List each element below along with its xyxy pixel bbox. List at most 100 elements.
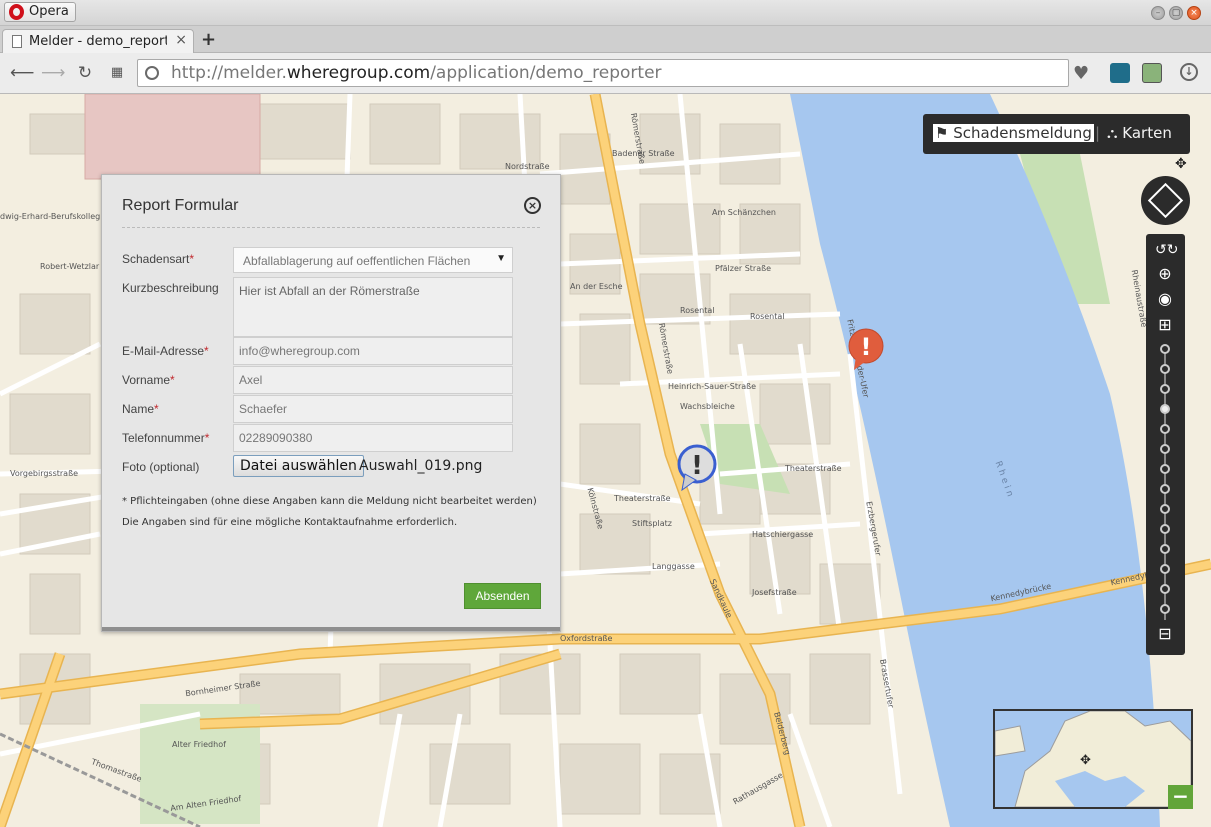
tab-karten[interactable]: ⛬ Karten bbox=[1107, 124, 1172, 142]
url-text[interactable]: http://melder.wheregroup.com/application… bbox=[171, 63, 662, 83]
navigation-bar: ⟵ ⟶ ↻ ▦ http://melder.wheregroup.com/app… bbox=[0, 53, 1211, 94]
opera-menu-button[interactable]: Opera bbox=[4, 2, 76, 22]
zoom-out-icon[interactable]: ⊟ bbox=[1155, 624, 1175, 644]
map-label: Robert-Wetzlar bbox=[40, 262, 100, 271]
contact-note: Die Angaben sind für eine mögliche Konta… bbox=[122, 517, 458, 528]
zoom-level[interactable] bbox=[1160, 444, 1170, 454]
map-label: Am Schänzchen bbox=[712, 208, 776, 217]
submit-button[interactable]: Absenden bbox=[464, 583, 541, 609]
map-label: Josefstraße bbox=[752, 588, 797, 597]
lastname-field[interactable]: Schaefer bbox=[233, 395, 513, 423]
damage-type-label: Schadensart* bbox=[122, 252, 195, 266]
zoom-level[interactable] bbox=[1160, 584, 1170, 594]
photo-label: Foto (optional) bbox=[122, 460, 200, 474]
browser-window: Opera – ▢ × Melder - demo_reporter × + ⟵… bbox=[0, 0, 1211, 827]
zoom-level[interactable] bbox=[1160, 524, 1170, 534]
dialog-title: Report Formular bbox=[122, 197, 239, 214]
svg-text:!: ! bbox=[691, 451, 703, 481]
report-marker-active[interactable]: ! bbox=[677, 444, 717, 492]
map-label: Rosental bbox=[680, 306, 715, 315]
bell-icon: ⚑ bbox=[935, 124, 949, 142]
tab-bar: Melder - demo_reporter × + bbox=[0, 26, 1211, 53]
tab-melder[interactable]: Melder - demo_reporter × bbox=[2, 29, 194, 53]
phone-field[interactable]: 02289090380 bbox=[233, 424, 513, 452]
lastname-label: Name* bbox=[122, 402, 159, 416]
reload-icon[interactable]: ↻ bbox=[74, 62, 96, 84]
site-info-icon[interactable] bbox=[145, 66, 159, 80]
map-label: Hatschiergasse bbox=[752, 530, 814, 539]
zoom-level[interactable] bbox=[1160, 344, 1170, 354]
zoom-level[interactable] bbox=[1160, 384, 1170, 394]
window-controls: – ▢ × bbox=[1151, 6, 1201, 20]
zoom-level[interactable] bbox=[1160, 464, 1170, 474]
zoom-level[interactable] bbox=[1160, 424, 1170, 434]
description-textarea[interactable]: Hier ist Abfall an der Römerstraße bbox=[233, 277, 513, 337]
pan-control[interactable] bbox=[1141, 176, 1190, 225]
download-icon[interactable]: ↓ bbox=[1180, 63, 1198, 81]
new-tab-button[interactable]: + bbox=[201, 29, 216, 50]
speed-dial-icon[interactable]: ▦ bbox=[106, 62, 128, 84]
title-bar: Opera – ▢ × bbox=[0, 0, 1211, 26]
zoom-level[interactable] bbox=[1160, 484, 1170, 494]
map-label: Pfälzer Straße bbox=[715, 264, 772, 273]
back-icon[interactable]: ⟵ bbox=[10, 62, 34, 84]
map-label: Badener Straße bbox=[612, 149, 675, 158]
sitemap-icon: ⛬ bbox=[1107, 124, 1118, 142]
tab-title: Melder - demo_reporter bbox=[29, 34, 167, 49]
zoom-level[interactable] bbox=[1160, 364, 1170, 374]
extension-2-icon[interactable] bbox=[1142, 63, 1162, 83]
zoom-plus-icon[interactable]: ⊞ bbox=[1155, 315, 1175, 335]
chevron-down-icon: ▼ bbox=[496, 253, 506, 264]
email-field[interactable]: info@wheregroup.com bbox=[233, 337, 513, 365]
map-viewport[interactable]: Römerstraße Badener Straße Nordstraße Am… bbox=[0, 94, 1211, 827]
rotate-icon[interactable]: ↺↻ bbox=[1155, 240, 1178, 260]
description-label: Kurzbeschreibung bbox=[122, 281, 219, 295]
map-label: Stiftsplatz bbox=[632, 519, 672, 528]
globe-icon[interactable]: ◉ bbox=[1155, 289, 1175, 309]
phone-label: Telefonnummer* bbox=[122, 431, 210, 445]
report-dialog: Report Formular × Schadensart* Abfallabl… bbox=[101, 174, 561, 632]
tab-close-icon[interactable]: × bbox=[175, 32, 187, 48]
pan-arrows-icon bbox=[1147, 182, 1184, 219]
overview-toggle-button[interactable]: − bbox=[1168, 785, 1193, 809]
extension-1-icon[interactable] bbox=[1110, 63, 1130, 83]
dialog-divider bbox=[122, 227, 540, 228]
opera-logo-icon bbox=[9, 4, 24, 20]
firstname-field[interactable]: Axel bbox=[233, 366, 513, 394]
damage-type-select[interactable]: Abfallablagerung auf oeffentlichen Fläch… bbox=[233, 247, 513, 273]
page-icon bbox=[12, 35, 22, 48]
report-marker-red[interactable]: ! bbox=[848, 328, 884, 372]
minimize-icon[interactable]: – bbox=[1151, 6, 1165, 20]
map-label: Wachsbleiche bbox=[680, 402, 735, 411]
forward-icon[interactable]: ⟶ bbox=[41, 62, 65, 84]
map-label: Rosental bbox=[750, 312, 785, 321]
firstname-label: Vorname* bbox=[122, 373, 175, 387]
zoom-level[interactable] bbox=[1160, 544, 1170, 554]
zoom-level[interactable] bbox=[1160, 564, 1170, 574]
choose-file-button[interactable]: Datei auswählen bbox=[233, 455, 364, 477]
map-label: Heinrich-Sauer-Straße bbox=[668, 382, 757, 391]
map-label: Vorgebirgsstraße bbox=[10, 469, 79, 478]
zoom-in-icon[interactable]: ⊕ bbox=[1155, 264, 1175, 284]
overview-locator-icon[interactable]: ✥ bbox=[1080, 753, 1091, 768]
map-label: An der Esche bbox=[570, 282, 623, 291]
maximize-icon[interactable]: ▢ bbox=[1169, 6, 1183, 20]
overview-canvas bbox=[995, 711, 1191, 807]
zoom-control: ↺↻ ⊕ ◉ ⊞ ⊟ bbox=[1146, 234, 1185, 655]
map-label: Langgasse bbox=[652, 562, 695, 571]
zoom-level-current[interactable] bbox=[1160, 404, 1170, 414]
tab-schadensmeldung[interactable]: ⚑ Schadensmeldung bbox=[933, 124, 1094, 142]
map-label: Nordstraße bbox=[505, 162, 550, 171]
svg-text:!: ! bbox=[861, 333, 872, 361]
close-window-icon[interactable]: × bbox=[1187, 6, 1201, 20]
zoom-level[interactable] bbox=[1160, 504, 1170, 514]
map-label: dwig-Erhard-Berufskolleg bbox=[0, 212, 101, 221]
map-label: Alter Friedhof bbox=[172, 740, 226, 749]
bookmark-heart-icon[interactable]: ♥ bbox=[1073, 63, 1089, 84]
close-icon[interactable]: × bbox=[524, 197, 541, 214]
chosen-file-name: Auswahl_019.png bbox=[359, 458, 483, 474]
overview-map[interactable]: ✥ bbox=[993, 709, 1193, 809]
zoom-level[interactable] bbox=[1160, 604, 1170, 614]
map-label: Theaterstraße bbox=[785, 464, 842, 473]
address-bar[interactable]: http://melder.wheregroup.com/application… bbox=[137, 59, 1069, 87]
